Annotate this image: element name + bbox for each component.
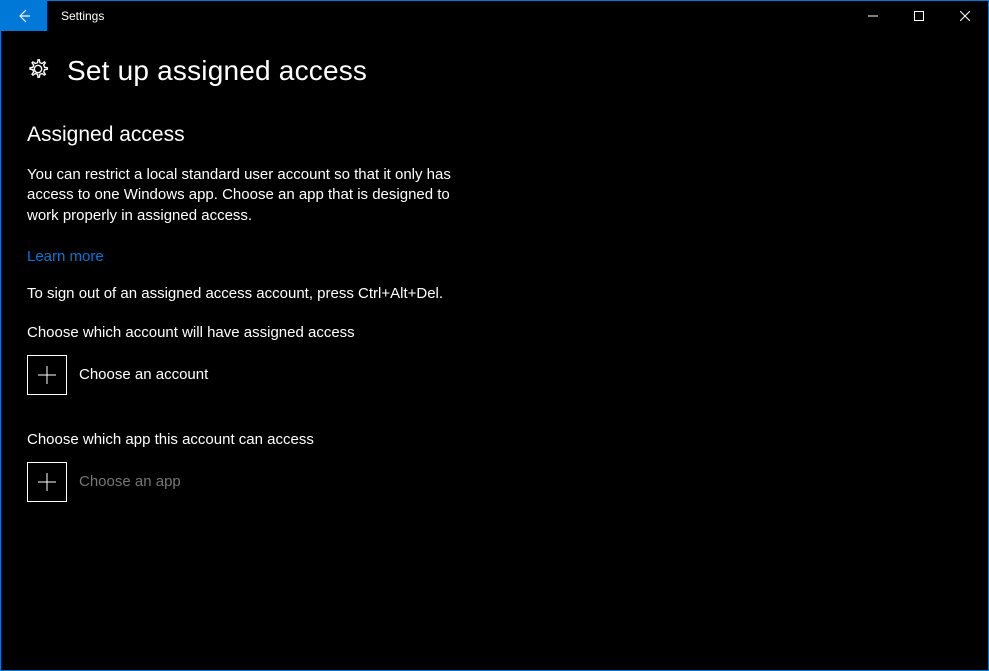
minimize-button[interactable] bbox=[850, 1, 896, 31]
minimize-icon bbox=[868, 11, 878, 21]
close-icon bbox=[960, 11, 970, 21]
back-button[interactable] bbox=[1, 1, 47, 31]
choose-account-button[interactable]: Choose an account bbox=[27, 355, 962, 395]
learn-more-link[interactable]: Learn more bbox=[27, 248, 104, 265]
page-header: Set up assigned access bbox=[27, 55, 962, 87]
section-title: Assigned access bbox=[27, 123, 962, 147]
maximize-icon bbox=[914, 11, 924, 21]
plus-icon bbox=[38, 366, 56, 384]
plus-icon bbox=[38, 473, 56, 491]
plus-box bbox=[27, 462, 67, 502]
choose-account-label: Choose which account will have assigned … bbox=[27, 324, 962, 341]
choose-app-text: Choose an app bbox=[79, 473, 181, 490]
gear-icon bbox=[27, 58, 49, 85]
choose-account-text: Choose an account bbox=[79, 366, 208, 383]
choose-app-label: Choose which app this account can access bbox=[27, 431, 962, 448]
content-area: Set up assigned access Assigned access Y… bbox=[1, 31, 988, 562]
maximize-button[interactable] bbox=[896, 1, 942, 31]
signout-instructions: To sign out of an assigned access accoun… bbox=[27, 285, 962, 302]
titlebar: Settings bbox=[1, 1, 988, 31]
window-title: Settings bbox=[47, 1, 850, 31]
close-button[interactable] bbox=[942, 1, 988, 31]
description-text: You can restrict a local standard user a… bbox=[27, 165, 457, 226]
window-controls bbox=[850, 1, 988, 31]
plus-box bbox=[27, 355, 67, 395]
arrow-left-icon bbox=[16, 8, 32, 24]
choose-app-button: Choose an app bbox=[27, 462, 962, 502]
page-title: Set up assigned access bbox=[67, 55, 367, 87]
